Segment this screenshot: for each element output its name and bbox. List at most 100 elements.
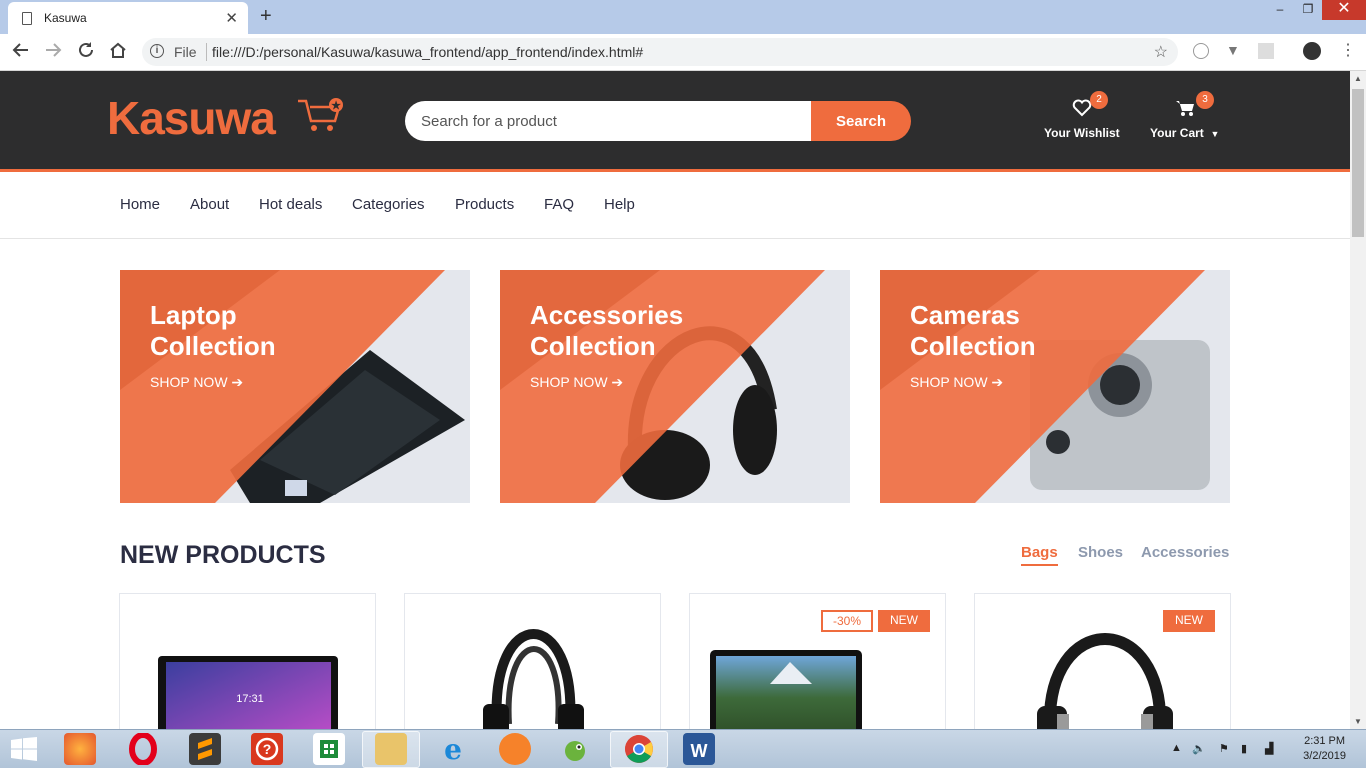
bookmark-star-icon[interactable]: ☆ [1154,42,1168,62]
show-hidden-icons-icon[interactable]: ▲ [1171,742,1182,754]
reload-icon[interactable] [77,41,95,64]
clock-time: 2:31 PM [1304,735,1346,747]
clock-date: 3/2/2019 [1303,750,1346,762]
new-badge: NEW [1163,610,1215,632]
file-explorer-icon[interactable] [375,733,407,765]
arrow-circle-right-icon: ➔ [611,374,624,390]
svg-text:★: ★ [331,100,341,112]
accessories-collection-banner[interactable]: Accessories Collection SHOP NOW ➔ [500,270,850,503]
headphones-image [483,629,584,732]
excel-store-icon[interactable] [313,733,345,765]
page-icon [22,12,32,25]
home-icon[interactable] [109,41,127,64]
tablet-clock: 17:31 [236,693,264,705]
nav-home[interactable]: Home [120,196,160,213]
security-label: File [174,44,197,60]
extension-grid-icon[interactable] [1258,43,1274,59]
discount-badge: -30% [821,610,873,632]
menu-icon[interactable]: ⋮ [1340,40,1356,60]
system-clock[interactable]: 2:31 PM 3/2/2019 [1303,734,1346,764]
site-header: Kasuwa ★ Search Your Wishlist 2 Your Car… [0,71,1350,172]
laptop-collection-banner[interactable]: Laptop Collection SHOP NOW ➔ [120,270,470,503]
tab-accessories[interactable]: Accessories [1141,544,1229,561]
cart-icon [1175,101,1194,116]
window-controls: – ❐ ✕ [1266,0,1366,22]
search-input[interactable] [405,101,815,141]
logo[interactable]: Kasuwa [107,91,276,145]
nav-categories[interactable]: Categories [352,196,425,213]
browser-tab[interactable]: Kasuwa ✕ [8,2,248,34]
new-badge: NEW [878,610,930,632]
tab-shoes[interactable]: Shoes [1078,544,1123,561]
info-icon[interactable]: i [150,44,164,58]
shop-now-label: SHOP NOW [150,374,228,390]
product-card[interactable]: 17:31 [119,593,376,733]
product-card[interactable]: NEW [974,593,1231,733]
tab-title: Kasuwa [44,11,87,25]
shop-now-link[interactable]: SHOP NOW ➔ [910,374,1003,391]
svg-text:W: W [691,741,708,761]
nav-faq[interactable]: FAQ [544,196,574,213]
tab-bags[interactable]: Bags [1021,544,1058,566]
windows-logo-icon [11,737,37,761]
cameras-collection-banner[interactable]: Cameras Collection SHOP NOW ➔ [880,270,1230,503]
shop-now-link[interactable]: SHOP NOW ➔ [150,374,243,391]
profile-avatar[interactable] [1303,42,1321,60]
nav-about[interactable]: About [190,196,229,213]
page-scrollbar[interactable]: ▲ ▼ [1350,71,1366,729]
search-button[interactable]: Search [811,101,911,141]
maximize-button[interactable]: ❐ [1294,0,1322,20]
action-center-flag-icon[interactable]: ⚑ [1219,742,1229,755]
shop-now-link[interactable]: SHOP NOW ➔ [530,374,623,391]
screen: Kasuwa ✕ + – ❐ ✕ i File file:///D:/perso… [0,0,1366,768]
forward-icon[interactable] [44,41,62,64]
nav-hot-deals[interactable]: Hot deals [259,196,322,213]
nav-products[interactable]: Products [455,196,514,213]
start-button[interactable] [10,737,38,766]
help-app-icon[interactable]: ? [251,733,283,765]
section-title: NEW PRODUCTS [120,541,326,569]
back-icon[interactable] [12,41,30,64]
sublime-text-icon[interactable] [189,733,221,765]
product-card[interactable] [404,593,661,733]
cart-link[interactable]: Your Cart ▼ 3 [1150,91,1219,140]
scroll-up-icon[interactable]: ▲ [1354,74,1362,83]
close-window-button[interactable]: ✕ [1322,0,1366,20]
wishlist-count-badge: 2 [1090,91,1108,109]
collection-title: Cameras Collection [910,300,1036,361]
caret-down-icon: ▼ [1210,129,1220,139]
svg-text:e: e [444,733,462,765]
word-icon[interactable]: W [683,733,715,765]
wishlist-label: Your Wishlist [1044,126,1120,140]
opera-icon[interactable] [127,732,159,766]
scroll-down-icon[interactable]: ▼ [1354,717,1362,726]
minimize-button[interactable]: – [1266,0,1294,20]
shop-now-label: SHOP NOW [530,374,608,390]
cart-label: Your Cart ▼ [1150,126,1219,140]
vpn-extension-icon[interactable]: ▼ [1226,42,1240,58]
extension-icon[interactable] [1193,43,1209,59]
url-text[interactable]: file:///D:/personal/Kasuwa/kasuwa_fronte… [212,44,643,60]
main-navigation: Home About Hot deals Categories Products… [0,174,1350,239]
logo-cart-icon: ★ [298,98,343,131]
wishlist-link[interactable]: Your Wishlist 2 [1044,91,1120,140]
address-bar[interactable]: i File file:///D:/personal/Kasuwa/kasuwa… [142,38,1178,66]
network-icon[interactable]: ▟ [1265,742,1273,755]
chrome-icon[interactable] [623,733,655,765]
chameleon-app-icon[interactable] [561,733,593,765]
internet-explorer-icon[interactable]: e [437,733,469,766]
browser-tab-strip: Kasuwa ✕ + – ❐ ✕ [0,0,1366,34]
search-form: Search [405,101,911,141]
new-tab-button[interactable]: + [260,5,272,28]
power-icon[interactable]: ▮ [1241,742,1247,755]
browser-toolbar: i File file:///D:/personal/Kasuwa/kasuwa… [0,34,1366,71]
close-tab-icon[interactable]: ✕ [225,9,238,27]
uc-browser-icon[interactable] [499,733,531,765]
speaker-icon[interactable]: 🔈 [1192,742,1206,755]
collection-title: Laptop Collection [150,300,276,361]
nav-help[interactable]: Help [604,196,635,213]
firefox-icon[interactable] [64,733,96,765]
scrollbar-thumb[interactable] [1352,89,1364,237]
product-card[interactable]: -30% NEW [689,593,946,733]
arrow-circle-right-icon: ➔ [991,374,1004,390]
